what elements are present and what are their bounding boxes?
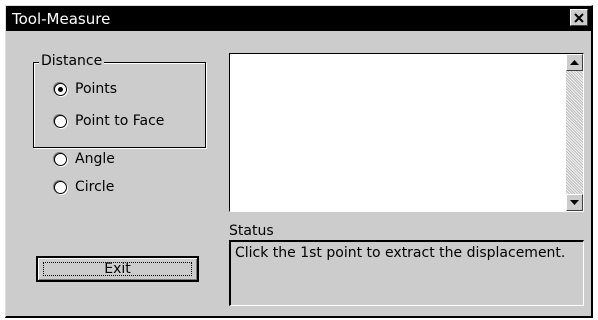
status-message: Click the 1st point to extract the displ…: [235, 245, 566, 261]
radio-points-circle[interactable]: [54, 82, 67, 96]
status-message-box: Click the 1st point to extract the displ…: [229, 240, 584, 306]
window-title: Tool-Measure: [12, 10, 111, 28]
radio-circle[interactable]: Circle: [54, 179, 114, 195]
radio-circle-label: Circle: [75, 179, 115, 195]
radio-selected-dot: [58, 86, 63, 92]
radio-points-label: Points: [75, 81, 118, 97]
distance-group-label: Distance: [39, 53, 105, 69]
radio-angle-label: Angle: [75, 151, 115, 167]
title-bar[interactable]: Tool-Measure: [6, 6, 591, 31]
radio-points[interactable]: Points: [54, 81, 117, 97]
vertical-scrollbar[interactable]: [566, 54, 583, 211]
scroll-down-button[interactable]: [566, 194, 583, 211]
scroll-up-button[interactable]: [566, 54, 583, 71]
scroll-down-arrow-icon: [570, 199, 579, 205]
results-listbox[interactable]: [229, 53, 584, 212]
tool-measure-dialog: Tool-Measure Distance Points Point to Fa…: [5, 5, 593, 318]
radio-point-to-face-circle[interactable]: [54, 114, 67, 128]
close-icon: [574, 12, 584, 23]
exit-button[interactable]: Exit: [36, 256, 199, 282]
radio-circle-circle[interactable]: [54, 180, 67, 194]
distance-groupbox: [33, 62, 206, 148]
close-button[interactable]: [570, 9, 588, 26]
status-label: Status: [229, 223, 274, 239]
scroll-up-arrow-icon: [570, 59, 579, 65]
radio-angle[interactable]: Angle: [54, 151, 115, 167]
radio-point-to-face[interactable]: Point to Face: [54, 113, 164, 129]
radio-angle-circle[interactable]: [54, 152, 67, 166]
radio-point-to-face-label: Point to Face: [75, 113, 165, 129]
exit-button-label: Exit: [104, 261, 131, 277]
